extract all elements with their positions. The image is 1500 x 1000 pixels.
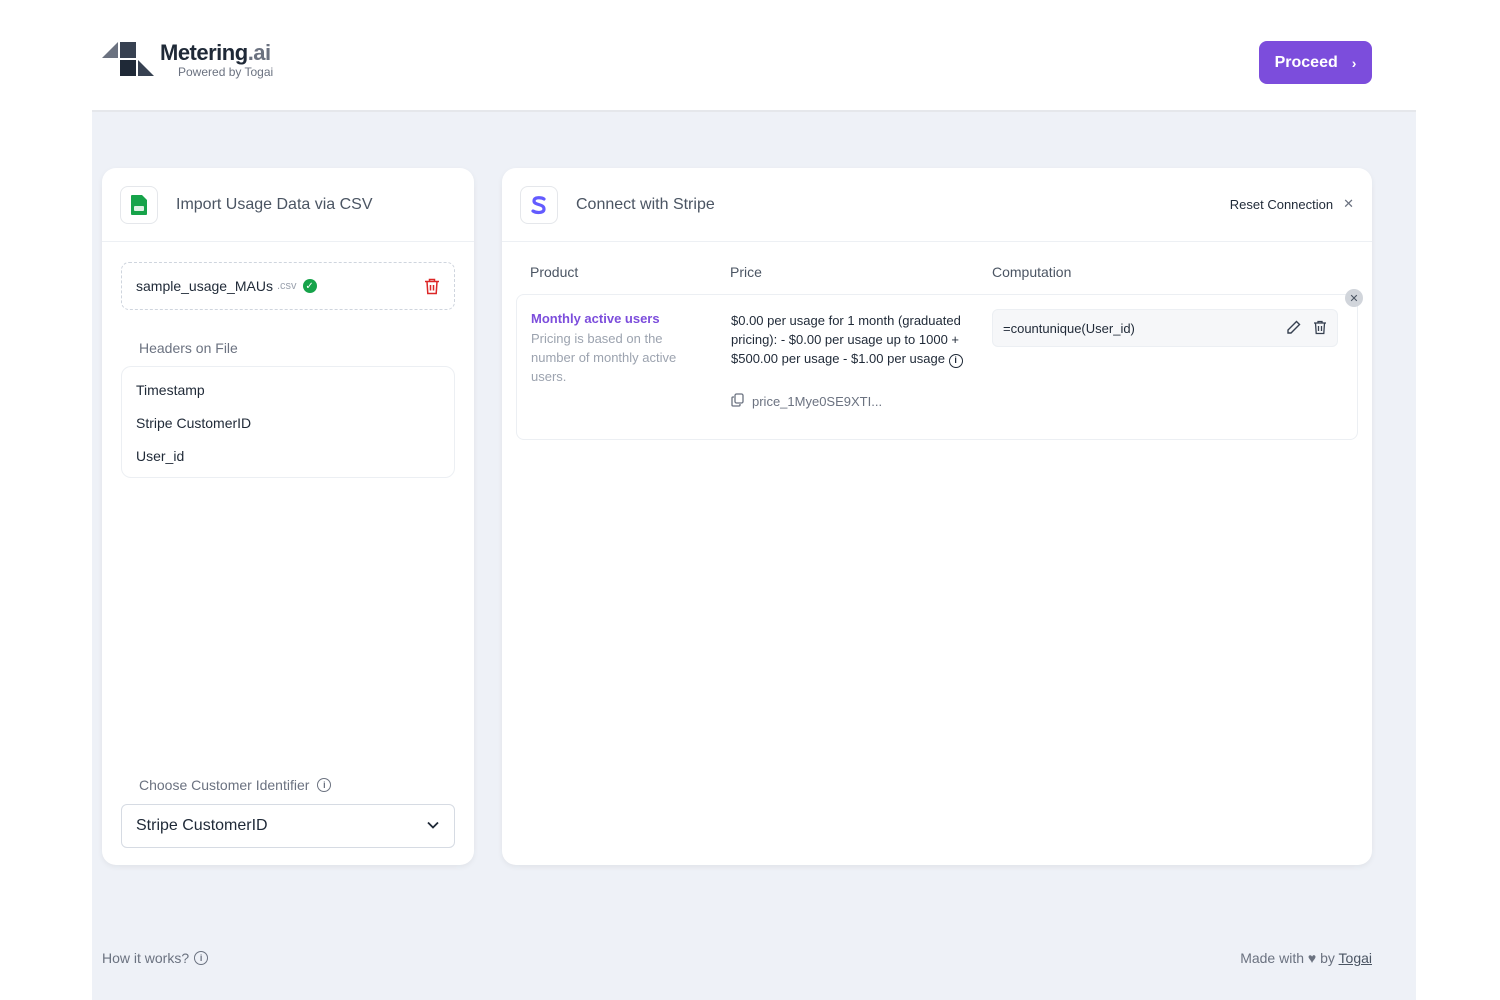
list-item: User_id: [136, 448, 185, 464]
brand-name: Metering.ai: [160, 40, 271, 65]
headers-on-file-label: Headers on File: [139, 340, 238, 356]
metering-logo-icon: [102, 40, 156, 80]
column-header-price: Price: [730, 264, 762, 280]
list-item: Stripe CustomerID: [136, 415, 252, 431]
close-icon: ✕: [1343, 196, 1354, 211]
app-root: Metering.ai Powered by Togai Proceed › I…: [0, 0, 1500, 1000]
product-description: Pricing is based on the number of monthl…: [531, 331, 677, 384]
stripe-logo-icon: [520, 185, 558, 224]
top-header: Metering.ai Powered by Togai Proceed ›: [92, 0, 1416, 112]
proceed-button[interactable]: Proceed ›: [1259, 41, 1372, 84]
list-item: Timestamp: [136, 382, 205, 398]
reset-connection-button[interactable]: Reset Connection ✕: [1230, 196, 1354, 212]
chevron-right-icon: ›: [1351, 54, 1357, 71]
footer-credit: Made with ♥ by Togai: [1240, 950, 1372, 966]
main-content: Import Usage Data via CSV sample_usage_M…: [92, 112, 1416, 1000]
brand-tagline: Powered by Togai: [178, 65, 274, 79]
chevron-down-icon: [426, 818, 440, 837]
brand-logo[interactable]: Metering.ai Powered by Togai: [102, 40, 273, 80]
stripe-card-title: Connect with Stripe: [576, 195, 715, 213]
delete-file-icon[interactable]: [424, 278, 440, 300]
file-name: sample_usage_MAUs: [136, 278, 273, 294]
price-description: $0.00 per usage for 1 month (graduated p…: [731, 313, 963, 368]
price-id: price_1Mye0SE9XTI...: [731, 393, 882, 410]
uploaded-file: sample_usage_MAUs .csv ✓: [121, 262, 455, 310]
edit-icon[interactable]: [1286, 320, 1301, 338]
togai-link[interactable]: Togai: [1339, 950, 1372, 966]
file-extension: .csv: [276, 280, 297, 292]
delete-icon[interactable]: [1313, 320, 1327, 338]
heart-icon: ♥: [1307, 950, 1317, 966]
copy-icon[interactable]: [731, 393, 744, 410]
check-circle-icon: ✓: [302, 279, 317, 293]
import-card-title: Import Usage Data via CSV: [176, 195, 373, 213]
table-row: ✕ Monthly active users Pricing is based …: [516, 289, 1363, 440]
import-csv-card: Import Usage Data via CSV sample_usage_M…: [102, 168, 474, 865]
headers-list: Timestamp Stripe CustomerID User_id: [121, 366, 455, 478]
computation-field[interactable]: =countunique(User_id): [992, 309, 1338, 347]
product-name[interactable]: Monthly active users: [531, 311, 660, 326]
column-header-product: Product: [530, 264, 579, 280]
column-header-computation: Computation: [992, 264, 1072, 280]
info-icon: i: [194, 951, 209, 965]
info-icon[interactable]: i: [317, 778, 332, 792]
choose-identifier-label: Choose Customer Identifier i: [139, 777, 332, 793]
remove-row-icon[interactable]: ✕: [1345, 289, 1363, 307]
info-icon[interactable]: i: [948, 353, 963, 368]
csv-file-icon: [120, 185, 158, 224]
stripe-card: Connect with Stripe Reset Connection ✕ P…: [502, 168, 1372, 865]
customer-identifier-select[interactable]: Stripe CustomerID: [121, 804, 455, 848]
how-it-works-link[interactable]: How it works? i: [102, 950, 209, 966]
